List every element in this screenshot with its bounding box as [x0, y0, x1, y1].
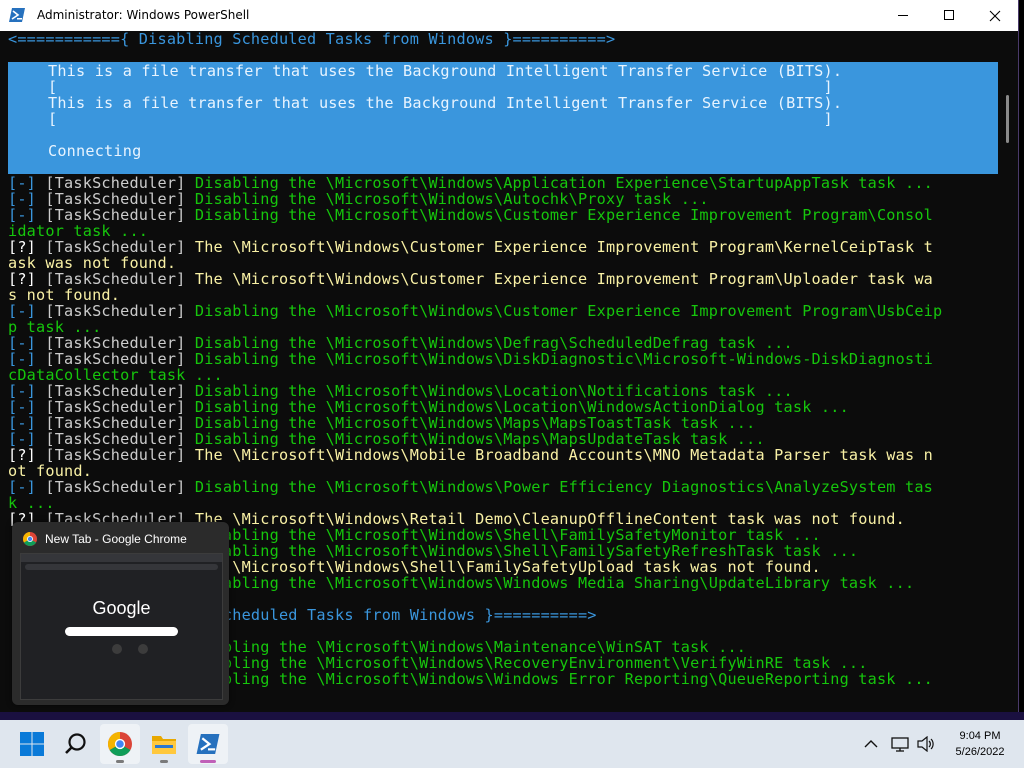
show-hidden-icons-button[interactable] [864, 720, 878, 768]
minimize-button[interactable] [880, 0, 926, 31]
source-tag: [TaskScheduler] [45, 478, 186, 496]
log-message: The \Microsoft\Windows\Mobile Broadband … [194, 446, 934, 464]
taskbar-file-explorer[interactable] [144, 724, 184, 764]
console-line: [?] [TaskScheduler] The \Microsoft\Windo… [8, 447, 933, 463]
start-icon [20, 732, 44, 756]
console-line: ot found. [8, 463, 92, 479]
minimize-icon [897, 15, 908, 16]
console-line: cDataCollector task ... [8, 367, 223, 383]
file-explorer-icon [152, 736, 176, 754]
chrome-icon [108, 732, 132, 756]
console-line: [-] [TaskScheduler] Disabling the \Micro… [8, 207, 933, 223]
window-title: Administrator: Windows PowerShell [37, 8, 250, 22]
console-line: [?] [TaskScheduler] The \Microsoft\Windo… [8, 239, 933, 255]
console-line: [-] [TaskScheduler] Disabling the \Micro… [8, 191, 709, 207]
log-message: Disabling the \Microsoft\Windows\DiskDia… [194, 350, 934, 368]
volume-button[interactable] [917, 720, 935, 768]
console-line: [-] [TaskScheduler] Disabling the \Micro… [8, 479, 933, 495]
console-line: [-] [TaskScheduler] Disabling the \Micro… [8, 175, 933, 191]
scrollbar[interactable] [1000, 31, 1018, 712]
preview-omnibox [25, 564, 218, 570]
clock-date: 5/26/2022 [955, 746, 1005, 758]
log-message: The \Microsoft\Windows\Customer Experien… [194, 238, 934, 256]
clock[interactable]: 9:04 PM 5/26/2022 [940, 728, 1020, 760]
clock-time: 9:04 PM [959, 730, 1001, 742]
desktop-background [0, 712, 1024, 720]
start-button[interactable] [12, 724, 52, 764]
preview-shortcut [138, 644, 148, 654]
preview-shortcut [112, 644, 122, 654]
preview-search-box [65, 627, 178, 636]
console-line: [?] [TaskScheduler] The \Microsoft\Windo… [8, 271, 933, 287]
google-logo: Google [92, 598, 151, 618]
maximize-button[interactable] [926, 0, 972, 31]
log-message: The \Microsoft\Windows\Customer Experien… [194, 270, 934, 288]
search-icon [65, 733, 86, 754]
log-message: Disabling the \Microsoft\Windows\Power E… [194, 478, 934, 496]
close-button[interactable] [972, 0, 1018, 31]
console-line: [-] [TaskScheduler] Disabling the \Micro… [8, 415, 756, 431]
taskbar-powershell[interactable] [188, 724, 228, 764]
console-line: p task ... [8, 319, 101, 335]
preview-thumbnail[interactable]: Google [20, 553, 223, 700]
close-icon [989, 10, 1001, 21]
console-line: [-] [TaskScheduler] Disabling the \Micro… [8, 383, 793, 399]
taskbar: 9:04 PM 5/26/2022 [0, 720, 1024, 768]
running-indicator [116, 760, 124, 763]
active-indicator [200, 760, 216, 763]
console-line: ask was not found. [8, 255, 176, 271]
network-button[interactable] [891, 720, 911, 768]
log-message: Disabling the \Microsoft\Windows\Custome… [194, 206, 934, 224]
network-icon [891, 737, 909, 752]
console-line: s not found. [8, 287, 120, 303]
powershell-icon [9, 8, 25, 22]
title-bar[interactable]: Administrator: Windows PowerShell [0, 0, 1018, 31]
chrome-icon [23, 532, 37, 546]
console-line: [-] [TaskScheduler] Disabling the \Micro… [8, 431, 765, 447]
volume-icon [917, 736, 934, 752]
running-indicator [160, 760, 168, 763]
powershell-icon [196, 734, 220, 754]
log-message: Disabling the \Microsoft\Windows\Custome… [194, 302, 943, 320]
chevron-up-icon [864, 740, 878, 748]
console-line: [-] [TaskScheduler] Disabling the \Micro… [8, 303, 942, 319]
console-line: k ... [8, 495, 55, 511]
preview-tabstrip [21, 554, 222, 562]
scrollbar-thumb[interactable] [1006, 95, 1009, 143]
preview-title: New Tab - Google Chrome [45, 532, 187, 546]
console-line: [-] [TaskScheduler] Disabling the \Micro… [8, 351, 933, 367]
console-header-line: <==========={ Disabling Scheduled Tasks … [8, 31, 616, 48]
console-line: idator task ... [8, 223, 148, 239]
maximize-icon [943, 10, 954, 20]
search-button[interactable] [56, 724, 96, 764]
console-line: [-] [TaskScheduler] Disabling the \Micro… [8, 399, 849, 415]
chrome-window-preview[interactable]: New Tab - Google Chrome Google [12, 522, 229, 705]
taskbar-chrome[interactable] [100, 724, 140, 764]
console-line: [-] [TaskScheduler] Disabling the \Micro… [8, 335, 793, 351]
